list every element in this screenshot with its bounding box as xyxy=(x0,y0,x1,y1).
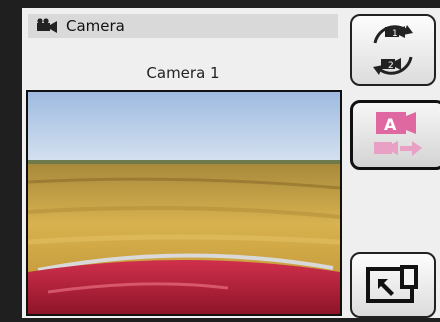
camera-feed-image xyxy=(28,92,340,314)
page-title: Camera xyxy=(66,17,125,35)
camera-2-badge: 2 xyxy=(388,61,394,71)
fullscreen-icon xyxy=(366,265,418,303)
switch-camera-button[interactable]: 1 2 xyxy=(350,14,436,86)
camera-screen: Camera Camera 1 1 2 A xyxy=(22,8,440,318)
video-camera-icon xyxy=(37,18,57,33)
camera-1-badge: 1 xyxy=(392,29,398,39)
fullscreen-button[interactable] xyxy=(350,252,436,318)
camera-mode-icon: A xyxy=(374,112,422,156)
camera-name-label: Camera 1 xyxy=(146,64,220,82)
camera-switch-icon: 1 2 xyxy=(373,25,413,75)
camera-mode-label: A xyxy=(384,115,397,134)
title-bar: Camera xyxy=(28,14,338,38)
camera-mode-button[interactable]: A xyxy=(350,100,440,170)
camera-feed[interactable] xyxy=(26,90,342,316)
